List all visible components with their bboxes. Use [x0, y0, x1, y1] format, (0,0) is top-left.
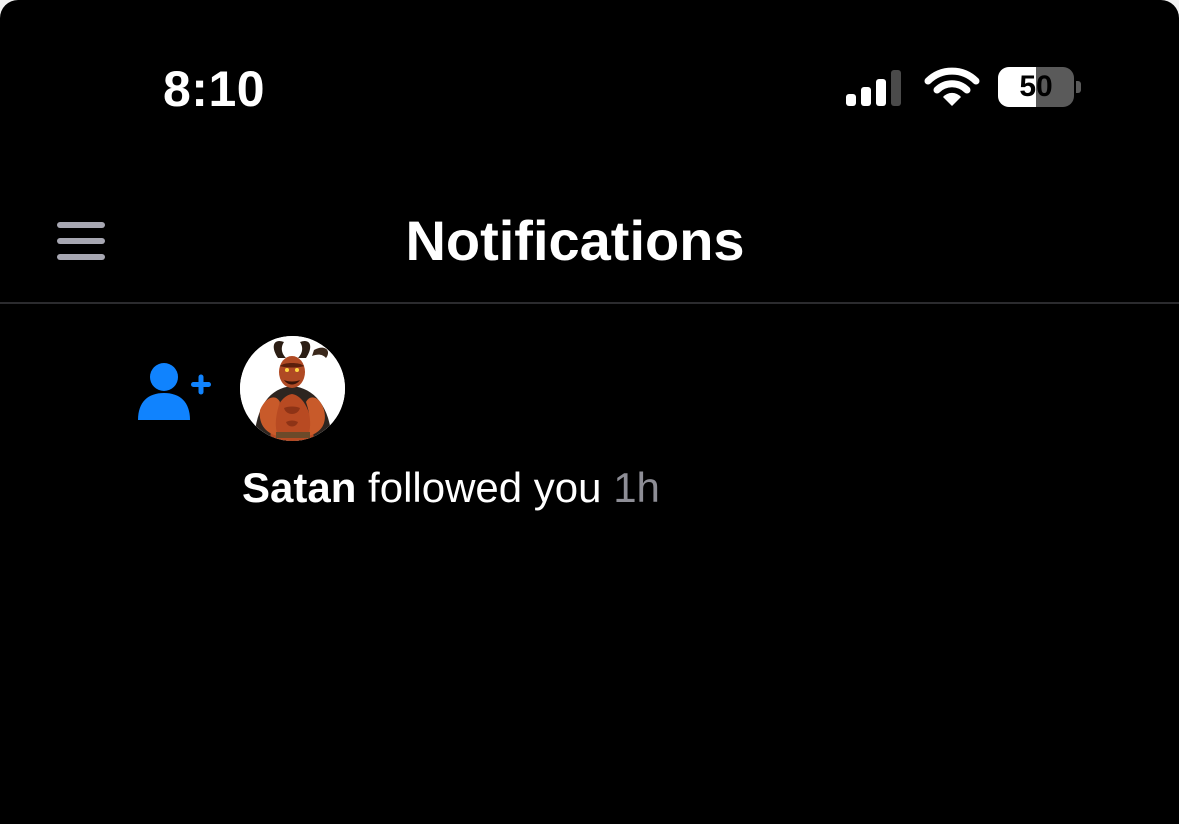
- notification-username[interactable]: Satan: [242, 464, 356, 511]
- battery-body: 50: [998, 67, 1074, 107]
- page-title: Notifications: [405, 209, 745, 272]
- person-plus-icon: [138, 363, 211, 420]
- app-screen: 8:10 50 Notifications Satan followed you…: [0, 0, 1179, 824]
- header-divider: [0, 302, 1179, 304]
- notification-time: 1h: [613, 464, 660, 511]
- battery-level: 50: [1019, 70, 1053, 103]
- status-time: 8:10: [163, 61, 266, 117]
- wifi-icon: [924, 67, 980, 106]
- cellular-signal-icon: [846, 70, 901, 106]
- battery-cap: [1076, 81, 1081, 93]
- avatar-image: [240, 336, 345, 441]
- avatar[interactable]: [240, 336, 345, 441]
- notification-action: followed you: [368, 464, 602, 511]
- notification-item[interactable]: Satan followed you 1h: [0, 305, 1179, 545]
- notification-text: Satan followed you 1h: [242, 460, 660, 516]
- battery-icon: 50: [998, 67, 1084, 109]
